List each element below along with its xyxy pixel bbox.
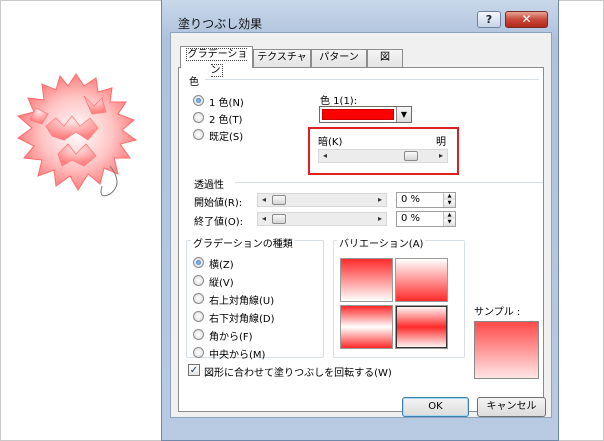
slider-right-arrow-icon[interactable]: ▸ xyxy=(375,213,385,225)
variation-option-4-selected[interactable] xyxy=(395,305,448,349)
dialog-title: 塗りつぶし効果 xyxy=(178,17,263,31)
dark-label: 暗(K) xyxy=(318,137,343,148)
one-color-radio[interactable] xyxy=(193,95,204,106)
end-transparency-slider[interactable]: ◂ ▸ xyxy=(257,212,387,226)
transparency-label: 透過性 xyxy=(194,180,224,191)
tab-picture[interactable]: 図 xyxy=(367,49,403,67)
from-center-label: 中央から(M) xyxy=(209,350,266,361)
variations-label: バリエーション(A) xyxy=(337,235,426,250)
help-button[interactable]: ? xyxy=(477,11,501,28)
start-transparency-stepper[interactable]: ▲ ▼ xyxy=(443,193,455,207)
end-value-label: 終了値(O): xyxy=(194,217,244,228)
slider-right-arrow-icon[interactable]: ▸ xyxy=(375,194,385,206)
color1-picker[interactable]: ▼ xyxy=(319,106,412,123)
start-value-label: 開始値(R): xyxy=(194,198,243,209)
diagonal-up-label: 右上対角線(U) xyxy=(209,296,275,307)
spin-up-icon[interactable]: ▲ xyxy=(444,212,455,219)
horizontal-radio[interactable] xyxy=(193,257,204,268)
start-transparency-value: 0 % xyxy=(401,194,421,205)
from-corner-radio[interactable] xyxy=(193,329,204,340)
sample-label: サンプル : xyxy=(474,307,521,318)
two-color-label: 2 色(T) xyxy=(209,115,243,126)
fill-effects-dialog: 塗りつぶし効果 ? ✕ グラデーション テクスチャ パターン 図 色 1 色(N… xyxy=(161,0,559,441)
dialog-client-area: グラデーション テクスチャ パターン 図 色 1 色(N) 2 色(T) 既定(… xyxy=(170,32,552,418)
spin-up-icon[interactable]: ▲ xyxy=(444,193,455,200)
end-transparency-value: 0 % xyxy=(401,213,421,224)
two-color-radio[interactable] xyxy=(193,112,204,123)
slider-left-arrow-icon[interactable]: ◂ xyxy=(259,194,269,206)
variation-option-2[interactable] xyxy=(395,258,448,302)
chevron-down-icon[interactable]: ▼ xyxy=(396,107,411,122)
end-transparency-stepper[interactable]: ▲ ▼ xyxy=(443,212,455,226)
color1-swatch xyxy=(322,109,394,120)
vertical-label: 縦(V) xyxy=(209,278,234,289)
variation-option-1[interactable] xyxy=(340,258,393,302)
from-corner-label: 角から(F) xyxy=(209,332,253,343)
diagonal-down-radio[interactable] xyxy=(193,311,204,322)
start-transparency-thumb[interactable] xyxy=(272,195,286,205)
close-button[interactable]: ✕ xyxy=(505,11,548,28)
spin-down-icon[interactable]: ▼ xyxy=(444,219,455,226)
end-transparency-thumb[interactable] xyxy=(272,214,286,224)
slider-right-arrow-icon[interactable]: ▸ xyxy=(436,150,446,162)
preset-radio[interactable] xyxy=(193,129,204,140)
slider-left-arrow-icon[interactable]: ◂ xyxy=(320,150,330,162)
variation-option-3[interactable] xyxy=(340,305,393,349)
cancel-button[interactable]: キャンセル xyxy=(477,397,546,417)
horizontal-label: 横(Z) xyxy=(209,260,234,271)
end-transparency-input[interactable]: 0 % ▲ ▼ xyxy=(396,211,456,227)
slider-left-arrow-icon[interactable]: ◂ xyxy=(259,213,269,225)
color1-label: 色 1(1): xyxy=(320,96,358,107)
shade-slider[interactable]: ◂ ▸ xyxy=(318,149,448,163)
ok-button[interactable]: OK xyxy=(402,397,469,417)
tab-pattern[interactable]: パターン xyxy=(311,49,367,67)
start-transparency-input[interactable]: 0 % ▲ ▼ xyxy=(396,192,456,208)
gradient-type-label: グラデーションの種類 xyxy=(191,235,295,250)
one-color-label: 1 色(N) xyxy=(209,98,244,109)
tab-gradient[interactable]: グラデーション xyxy=(180,46,253,77)
sample-preview xyxy=(474,321,539,379)
preset-label: 既定(S) xyxy=(209,132,244,143)
rotate-checkbox[interactable]: ✓ xyxy=(188,364,200,376)
spin-down-icon[interactable]: ▼ xyxy=(444,200,455,207)
color-section-divider xyxy=(205,79,539,80)
transparency-divider xyxy=(235,182,543,183)
color-section-label: 色 xyxy=(189,77,199,88)
light-label: 明 xyxy=(436,137,446,148)
rotate-checkbox-label: 図形に合わせて塗りつぶしを回転する(W) xyxy=(204,368,392,379)
diagonal-down-label: 右下対角線(D) xyxy=(209,314,275,325)
start-transparency-slider[interactable]: ◂ ▸ xyxy=(257,193,387,207)
tab-texture[interactable]: テクスチャ xyxy=(253,49,311,67)
vertical-radio[interactable] xyxy=(193,275,204,286)
diagonal-up-radio[interactable] xyxy=(193,293,204,304)
shade-slider-thumb[interactable] xyxy=(404,151,419,161)
from-center-radio[interactable] xyxy=(193,347,204,358)
carnation-image xyxy=(16,73,138,197)
